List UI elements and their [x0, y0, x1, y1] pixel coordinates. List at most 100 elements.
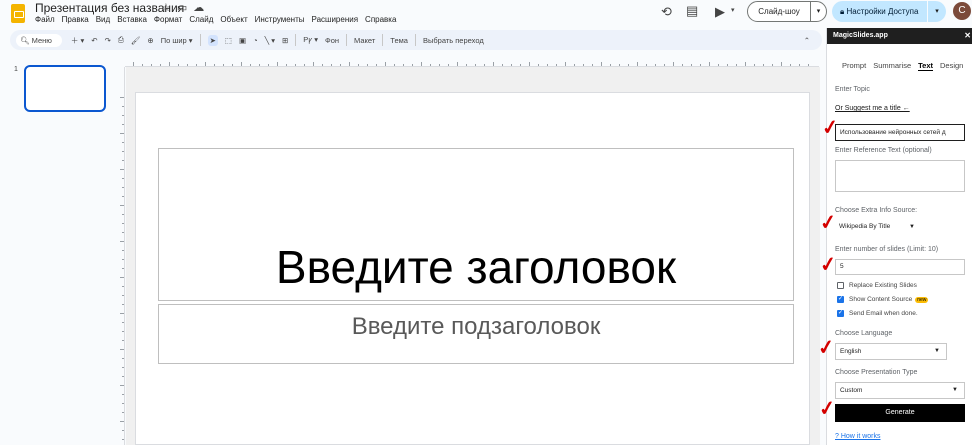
- ruler-tick: [691, 64, 692, 66]
- menu-object[interactable]: Объект: [220, 15, 247, 24]
- menu-slide[interactable]: Слайд: [189, 15, 213, 24]
- ruler-tick: [574, 64, 575, 66]
- menu-view[interactable]: Вид: [96, 15, 110, 24]
- zoom-icon[interactable]: ⊕: [147, 36, 153, 45]
- menu-file[interactable]: Файл: [35, 15, 55, 24]
- language-value: English: [840, 348, 862, 355]
- ruler-tick: [799, 64, 800, 66]
- meet-dropdown-icon[interactable]: ▾: [731, 7, 735, 14]
- menu-edit[interactable]: Правка: [62, 15, 89, 24]
- extra-source-select[interactable]: Wikipedia By Title ▼: [835, 220, 921, 236]
- select-tool-icon[interactable]: ➤: [207, 34, 218, 46]
- menu-search-input[interactable]: 🔍︎ Меню: [16, 33, 62, 47]
- share-button[interactable]: 🔒︎ Настройки Доступа: [832, 1, 927, 22]
- slideshow-button[interactable]: Слайд-шоу: [747, 1, 811, 22]
- zoom-select[interactable]: По шир ▾: [161, 36, 193, 45]
- replace-slides-checkbox[interactable]: Replace Existing Slides: [837, 282, 917, 289]
- ruler-tick: [448, 64, 449, 66]
- panel-tabs: Prompt Summarise Text Design: [842, 61, 963, 71]
- language-select[interactable]: English ▼: [835, 343, 947, 360]
- topic-input[interactable]: Использование нейронных сетей д: [835, 124, 965, 141]
- menu-help[interactable]: Справка: [365, 15, 396, 24]
- menu-insert[interactable]: Вставка: [117, 15, 147, 24]
- checkbox-box: [837, 309, 844, 317]
- slideshow-dropdown-button[interactable]: ▾: [810, 1, 827, 22]
- history-icon[interactable]: ⟲: [661, 5, 672, 18]
- slides-count-input[interactable]: 5: [835, 259, 965, 275]
- new-slide-icon[interactable]: ＋ ▾: [71, 35, 84, 46]
- ruler-tick: [142, 64, 143, 66]
- ruler-tick: [122, 196, 124, 197]
- show-source-label: Show Content Source: [849, 296, 913, 303]
- line-tool-icon[interactable]: ╲ ▾: [265, 36, 275, 45]
- ruler-tick: [394, 64, 395, 66]
- cloud-status-icon[interactable]: ☁: [193, 1, 204, 14]
- tab-design[interactable]: Design: [940, 61, 963, 71]
- ruler-tick: [340, 64, 341, 66]
- presentation-type-select[interactable]: Custom ▼: [835, 382, 965, 399]
- toolbar-divider: [414, 34, 416, 46]
- chevron-down-icon: ▼: [934, 348, 940, 354]
- print-icon[interactable]: ⎙: [118, 35, 124, 45]
- vertical-ruler: [117, 67, 125, 445]
- subtitle-placeholder[interactable]: Введите подзаголовок: [158, 304, 794, 364]
- ruler-tick: [682, 64, 683, 66]
- ruler-tick: [122, 106, 124, 107]
- transition-button[interactable]: Выбрать переход: [423, 36, 484, 45]
- ruler-tick: [120, 133, 124, 134]
- comment-add-icon[interactable]: ⊞: [282, 36, 288, 45]
- ruler-tick: [709, 62, 710, 66]
- close-icon[interactable]: ✕: [964, 28, 971, 44]
- collapse-toolbar-icon[interactable]: ⌃: [804, 36, 810, 45]
- background-button[interactable]: Фон: [325, 36, 339, 45]
- text-style-icon[interactable]: Pꝩ ▾: [303, 35, 318, 45]
- ruler-tick: [151, 64, 152, 66]
- ruler-tick: [120, 241, 124, 242]
- presentation-type-value: Custom: [840, 387, 863, 394]
- ruler-tick: [122, 394, 124, 395]
- ruler-tick: [160, 64, 161, 66]
- slide-thumbnail[interactable]: [24, 65, 106, 112]
- meet-camera-icon[interactable]: ▶: [715, 5, 725, 18]
- ruler-tick: [754, 64, 755, 66]
- replace-slides-label: Replace Existing Slides: [849, 282, 917, 289]
- generate-button[interactable]: Generate: [835, 404, 965, 422]
- ruler-tick: [122, 115, 124, 116]
- show-source-checkbox[interactable]: Show Content Source new: [837, 295, 929, 303]
- ruler-tick: [610, 64, 611, 66]
- shape-tool-icon[interactable]: ◔: [253, 36, 258, 45]
- comments-icon[interactable]: ▤: [686, 4, 698, 17]
- tab-prompt[interactable]: Prompt: [842, 61, 866, 71]
- ruler-tick: [214, 64, 215, 66]
- slides-logo-icon[interactable]: [11, 4, 25, 23]
- send-email-checkbox[interactable]: Send Email when done.: [837, 309, 918, 317]
- title-placeholder[interactable]: Введите заголовок: [158, 148, 794, 301]
- theme-button[interactable]: Тема: [390, 36, 408, 45]
- ruler-tick: [601, 62, 602, 66]
- layout-button[interactable]: Макет: [354, 36, 375, 45]
- menu-tools[interactable]: Инструменты: [255, 15, 305, 24]
- ruler-tick: [439, 64, 440, 66]
- frame-tool-icon[interactable]: ⬚: [225, 36, 232, 45]
- tab-text[interactable]: Text: [918, 61, 933, 71]
- ruler-tick: [664, 64, 665, 66]
- menu-format[interactable]: Формат: [154, 15, 182, 24]
- how-it-works-link[interactable]: ? How it works: [835, 433, 881, 440]
- avatar[interactable]: C: [953, 2, 971, 20]
- ruler-tick: [122, 160, 124, 161]
- ruler-tick: [349, 62, 350, 66]
- undo-icon[interactable]: ↶: [91, 36, 97, 45]
- ruler-tick: [122, 187, 124, 188]
- image-tool-icon[interactable]: ▣: [239, 36, 246, 45]
- tab-summarise[interactable]: Summarise: [873, 61, 911, 71]
- ruler-tick: [122, 304, 124, 305]
- redo-icon[interactable]: ↷: [105, 36, 111, 45]
- paint-format-icon[interactable]: 🖌︎: [131, 36, 141, 45]
- menu-extensions[interactable]: Расширения: [312, 15, 359, 24]
- ruler-tick: [538, 64, 539, 66]
- reference-text-input[interactable]: [835, 160, 965, 192]
- share-dropdown-button[interactable]: ▾: [928, 1, 946, 22]
- star-icon[interactable]: ☆: [161, 1, 171, 14]
- suggest-title-link[interactable]: Or Suggest me a title ←: [835, 105, 910, 112]
- move-folder-icon[interactable]: ▭: [177, 1, 187, 14]
